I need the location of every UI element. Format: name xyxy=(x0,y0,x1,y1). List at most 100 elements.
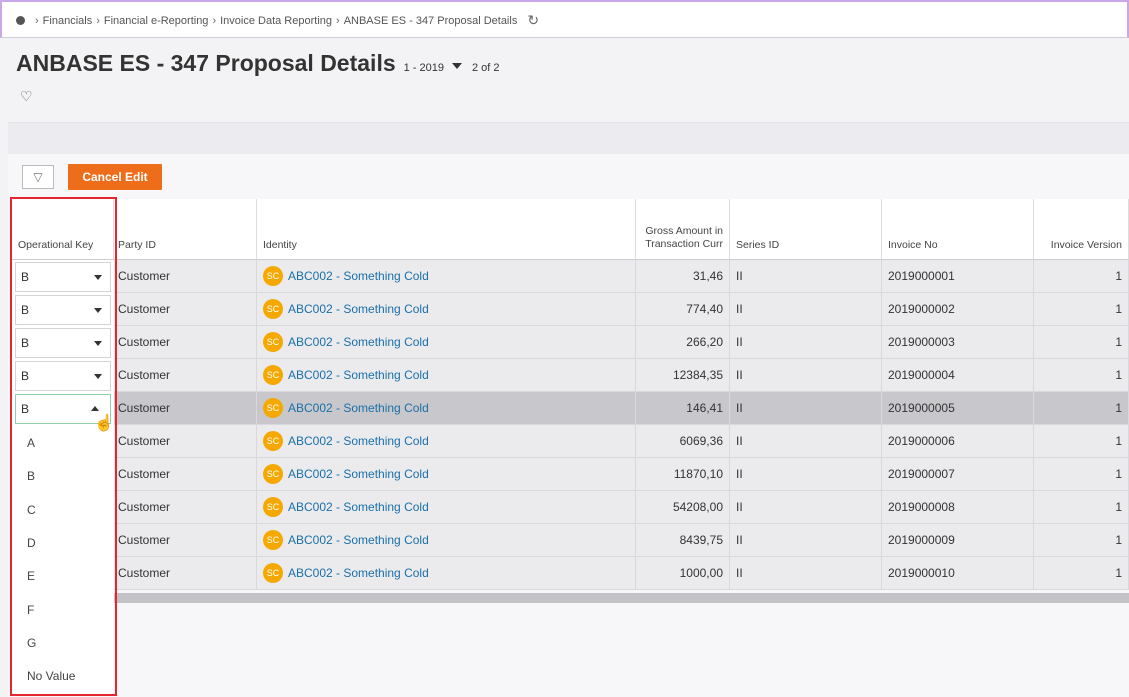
breadcrumb-item-invoice-data-reporting[interactable]: Invoice Data Reporting xyxy=(220,15,332,27)
operational-key-select[interactable]: B xyxy=(15,295,111,325)
record-pager: 2 of 2 xyxy=(472,62,500,74)
identity-link[interactable]: ABC002 - Something Cold xyxy=(288,335,429,349)
avatar: SC xyxy=(263,463,283,484)
column-header-operational-key[interactable]: Operational Key xyxy=(12,199,114,260)
invoice-version-cell: 1 xyxy=(1034,260,1129,293)
identity-link[interactable]: ABC002 - Something Cold xyxy=(288,533,429,547)
invoice-version-cell: 1 xyxy=(1034,458,1129,491)
series-id-cell: II xyxy=(730,557,882,590)
column-header-label: Party ID xyxy=(118,239,156,251)
table-row[interactable]: Customer SC ABC002 - Something Cold 31,46 II… xyxy=(12,260,1129,293)
caret-down-icon[interactable] xyxy=(94,341,102,346)
invoice-version-cell: 1 xyxy=(1034,425,1129,458)
invoice-no-cell: 2019000008 xyxy=(882,491,1034,524)
identity-link[interactable]: ABC002 - Something Cold xyxy=(288,500,429,514)
invoice-version-cell: 1 xyxy=(1034,491,1129,524)
invoice-no-cell: 2019000003 xyxy=(882,326,1034,359)
invoice-version-cell: 1 xyxy=(1034,359,1129,392)
invoice-no-cell: 2019000010 xyxy=(882,557,1034,590)
column-header-label: Gross Amount in Transaction Curr xyxy=(645,225,723,250)
avatar: SC xyxy=(263,496,283,517)
dropdown-option[interactable]: No Value xyxy=(15,660,111,693)
table-row[interactable]: Customer SC ABC002 - Something Cold 12384,3… xyxy=(12,359,1129,392)
heart-icon[interactable]: ♡ xyxy=(20,88,33,105)
gross-amount-cell: 31,46 xyxy=(636,260,730,293)
home-icon[interactable] xyxy=(16,16,25,25)
invoice-no-cell: 2019000009 xyxy=(882,524,1034,557)
period-selector[interactable]: 1 - 2019 xyxy=(404,62,444,74)
avatar: SC xyxy=(263,562,283,583)
gross-amount-cell: 146,41 xyxy=(636,392,730,425)
identity-link[interactable]: ABC002 - Something Cold xyxy=(288,401,429,415)
gross-amount-cell: 266,20 xyxy=(636,326,730,359)
table-row[interactable]: Customer SC ABC002 - Something Cold 6069,36… xyxy=(12,425,1129,458)
caret-down-icon[interactable] xyxy=(94,308,102,313)
party-id-cell: Customer xyxy=(114,326,257,359)
dropdown-option[interactable]: F xyxy=(15,594,111,627)
table-row[interactable]: Customer SC ABC002 - Something Cold 774,40 I… xyxy=(12,293,1129,326)
column-header-invoice-no[interactable]: Invoice No xyxy=(882,199,1034,260)
column-header-identity[interactable]: Identity xyxy=(257,199,636,260)
breadcrumb-item-financials[interactable]: Financials xyxy=(43,15,93,27)
gross-amount-cell: 6069,36 xyxy=(636,425,730,458)
party-id-cell: Customer xyxy=(114,557,257,590)
caret-down-icon[interactable] xyxy=(94,275,102,280)
filter-icon: ▽ xyxy=(33,170,43,184)
gross-amount-cell: 54208,00 xyxy=(636,491,730,524)
refresh-icon[interactable]: ↻ xyxy=(527,12,539,29)
column-header-series-id[interactable]: Series ID xyxy=(730,199,882,260)
operational-key-value: B xyxy=(21,336,30,350)
avatar: SC xyxy=(263,331,283,352)
gross-amount-cell: 774,40 xyxy=(636,293,730,326)
operational-key-select[interactable]: B xyxy=(15,328,111,358)
identity-link[interactable]: ABC002 - Something Cold xyxy=(288,302,429,316)
identity-link[interactable]: ABC002 - Something Cold xyxy=(288,434,429,448)
identity-link[interactable]: ABC002 - Something Cold xyxy=(288,467,429,481)
invoice-no-cell: 2019000005 xyxy=(882,392,1034,425)
invoice-no-cell: 2019000006 xyxy=(882,425,1034,458)
caret-down-icon[interactable] xyxy=(452,63,462,69)
identity-link[interactable]: ABC002 - Something Cold xyxy=(288,269,429,283)
party-id-cell: Customer xyxy=(114,491,257,524)
breadcrumb-item-current: ANBASE ES - 347 Proposal Details xyxy=(343,14,518,27)
table-row[interactable]: Customer SC ABC002 - Something Cold 11870,1… xyxy=(12,458,1129,491)
cancel-edit-button[interactable]: Cancel Edit xyxy=(68,164,162,190)
table-row[interactable]: Customer SC ABC002 - Something Cold 54208,0… xyxy=(12,491,1129,524)
operational-key-value: B xyxy=(21,303,30,317)
avatar: SC xyxy=(263,430,283,451)
avatar: SC xyxy=(263,298,283,319)
invoice-version-cell: 1 xyxy=(1034,524,1129,557)
party-id-cell: Customer xyxy=(114,425,257,458)
table-row[interactable]: Customer SC ABC002 - Something Cold 266,20 I… xyxy=(12,326,1129,359)
column-header-label: Operational Key xyxy=(18,239,94,251)
series-id-cell: II xyxy=(730,326,882,359)
dropdown-option[interactable]: D xyxy=(15,527,111,560)
dropdown-option[interactable]: B xyxy=(15,460,111,493)
filter-button[interactable]: ▽ xyxy=(22,165,54,189)
invoice-version-cell: 1 xyxy=(1034,392,1129,425)
identity-link[interactable]: ABC002 - Something Cold xyxy=(288,566,429,580)
identity-cell: SC ABC002 - Something Cold xyxy=(257,458,636,491)
column-header-gross-amount[interactable]: Gross Amount in Transaction Curr xyxy=(636,199,730,260)
operational-key-select[interactable]: B xyxy=(15,361,111,391)
dropdown-option[interactable]: C xyxy=(15,494,111,527)
operational-key-select[interactable]: B xyxy=(15,262,111,292)
dropdown-option[interactable]: E xyxy=(15,560,111,593)
dropdown-option[interactable]: G xyxy=(15,627,111,660)
operational-key-value: B xyxy=(21,270,30,284)
identity-link[interactable]: ABC002 - Something Cold xyxy=(288,368,429,382)
chevron-right-icon: › xyxy=(35,14,39,27)
party-id-cell: Customer xyxy=(114,458,257,491)
column-header-party-id[interactable]: Party ID xyxy=(114,199,257,260)
table-row[interactable]: Customer SC ABC002 - Something Cold 146,41 I… xyxy=(12,392,1129,425)
chevron-right-icon: › xyxy=(96,14,100,27)
invoice-version-cell: 1 xyxy=(1034,557,1129,590)
chevron-right-icon: › xyxy=(212,14,217,27)
table-row[interactable]: Customer SC ABC002 - Something Cold 1000,00… xyxy=(12,557,1129,590)
breadcrumb-item-financial-e-reporting[interactable]: Financial e-Reporting xyxy=(104,15,209,27)
table-row[interactable]: Customer SC ABC002 - Something Cold 8439,75… xyxy=(12,524,1129,557)
caret-up-icon[interactable] xyxy=(91,406,99,411)
caret-down-icon[interactable] xyxy=(94,374,102,379)
breadcrumb-bar: › Financials › Financial e-Reporting › I… xyxy=(0,0,1129,38)
column-header-invoice-version[interactable]: Invoice Version xyxy=(1034,199,1129,260)
